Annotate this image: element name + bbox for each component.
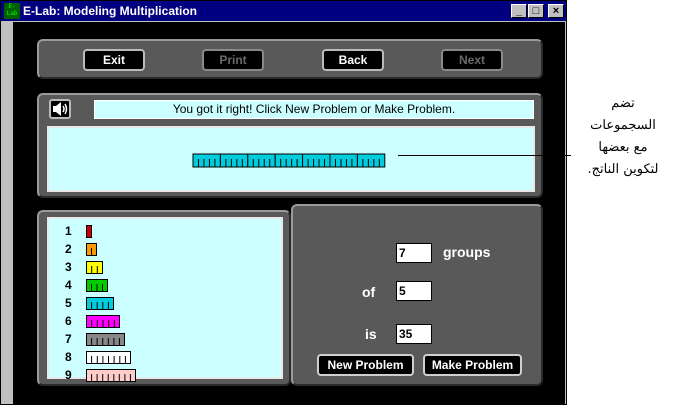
annotation-line: السجموعات [590, 118, 656, 133]
feedback-message: You got it right! Click New Problem or M… [94, 100, 534, 119]
is-label: is [365, 326, 377, 342]
speaker-icon [53, 102, 68, 116]
workspace-rod[interactable] [302, 153, 331, 168]
rod-number-label: 2 [65, 242, 72, 256]
groups-label: groups [443, 244, 491, 260]
number-rod-7[interactable] [86, 333, 125, 346]
workspace-rod[interactable] [219, 153, 249, 168]
number-rod-2[interactable] [86, 243, 97, 256]
problem-panel: 7 groups of 5 is 35 New Problem Make Pro… [291, 204, 543, 386]
back-button[interactable]: Back [322, 49, 384, 71]
annotation-line: تضم [611, 96, 635, 111]
window-title: E-Lab: Modeling Multiplication [23, 4, 197, 18]
maximize-button[interactable]: □ [528, 4, 544, 18]
number-rod-5[interactable] [86, 297, 114, 310]
workspace-rod[interactable] [247, 153, 276, 168]
workspace-rod[interactable] [356, 153, 386, 168]
display-panel: You got it right! Click New Problem or M… [37, 93, 543, 198]
new-problem-button[interactable]: New Problem [317, 354, 414, 376]
toolbar-panel: Exit Print Back Next [37, 39, 543, 79]
elab-app-icon[interactable]: E- Lab [4, 3, 20, 19]
model-workspace[interactable] [47, 126, 535, 192]
number-rod-8[interactable] [86, 351, 131, 364]
make-problem-button[interactable]: Make Problem [423, 354, 522, 376]
rod-number-label: 5 [65, 296, 72, 310]
exit-button[interactable]: Exit [83, 49, 145, 71]
callout-line [398, 155, 571, 156]
rod-number-label: 8 [65, 350, 72, 364]
number-rod-1[interactable] [86, 225, 92, 238]
rod-number-label: 4 [65, 278, 72, 292]
of-label: of [362, 284, 376, 300]
speaker-button[interactable] [49, 99, 71, 119]
minimize-button[interactable]: _ [511, 4, 527, 18]
app-client-area: Exit Print Back Next You got it right! C… [13, 22, 565, 405]
rods-palette: 1 2 3 4 5 6 7 8 9 [47, 217, 283, 382]
workspace-rod[interactable] [329, 153, 358, 168]
rods-palette-panel: 1 2 3 4 5 6 7 8 9 [37, 210, 291, 386]
rod-number-label: 3 [65, 260, 72, 274]
number-rod-4[interactable] [86, 279, 108, 292]
number-rod-3[interactable] [86, 261, 103, 274]
workspace-rod[interactable] [274, 153, 304, 168]
title-bar[interactable]: E- Lab E-Lab: Modeling Multiplication _ … [1, 1, 566, 21]
rod-number-label: 1 [65, 224, 72, 238]
groups-count-field[interactable]: 7 [396, 243, 432, 263]
rod-number-label: 9 [65, 368, 72, 382]
app-window: E- Lab E-Lab: Modeling Multiplication _ … [0, 0, 567, 405]
number-rod-6[interactable] [86, 315, 120, 328]
workspace-rods [192, 153, 386, 168]
group-size-field[interactable]: 5 [396, 281, 432, 301]
annotation-line: لتكوين الناتج. [587, 162, 659, 177]
rod-number-label: 7 [65, 332, 72, 346]
arabic-annotation: تضم السجموعات مع بعضها لتكوين الناتج. [568, 93, 678, 181]
product-field[interactable]: 35 [396, 324, 432, 344]
annotation-line: مع بعضها [598, 140, 648, 155]
workspace-rod[interactable] [192, 153, 221, 168]
next-button[interactable]: Next [441, 49, 503, 71]
print-button[interactable]: Print [202, 49, 264, 71]
close-button[interactable]: × [548, 4, 564, 18]
rod-number-label: 6 [65, 314, 72, 328]
number-rod-9[interactable] [86, 369, 136, 382]
